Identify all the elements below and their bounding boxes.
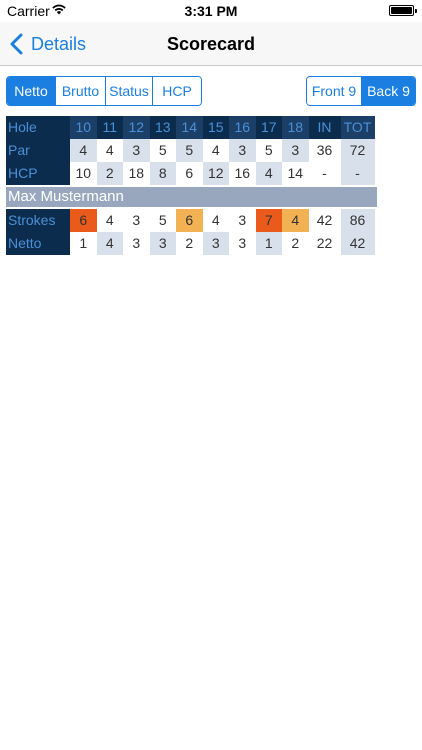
view-segmented-control: Netto Brutto Status HCP: [6, 76, 202, 106]
strokes-cell: 3: [123, 209, 150, 232]
strokes-cell: 6: [176, 209, 203, 232]
strokes-label: Strokes: [6, 209, 70, 232]
netto-row: Netto 1 4 3 3 2 3 3 1 2 22 42: [6, 232, 377, 255]
netto-cell: 4: [96, 232, 123, 255]
netto-label: Netto: [6, 232, 70, 255]
strokes-tot: 86: [340, 209, 375, 232]
hole-cell: 17: [255, 116, 282, 139]
strokes-cell: 4: [202, 209, 229, 232]
hcp-cell: 14: [282, 162, 309, 185]
hole-cell: 11: [96, 116, 123, 139]
hole-cell: 13: [149, 116, 176, 139]
par-cell: 3: [282, 139, 309, 162]
strokes-cell: 6: [70, 209, 97, 232]
par-in: 36: [308, 139, 341, 162]
par-label: Par: [6, 139, 70, 162]
hcp-cell: 12: [202, 162, 229, 185]
tab-front-9[interactable]: Front 9: [307, 77, 361, 105]
hole-cell: 14: [176, 116, 203, 139]
hcp-cell: 2: [96, 162, 123, 185]
header-row: Hole 10 11 12 13 14 15 16 17 18 IN TOT: [6, 116, 377, 139]
tab-netto[interactable]: Netto: [7, 77, 55, 105]
netto-cell: 2: [176, 232, 203, 255]
clock: 3:31 PM: [184, 3, 238, 19]
hcp-cell: 18: [123, 162, 150, 185]
player-name: Max Mustermann: [6, 187, 377, 207]
netto-cell: 1: [255, 232, 282, 255]
hcp-cell: 4: [255, 162, 282, 185]
netto-in: 22: [308, 232, 341, 255]
par-tot: 72: [340, 139, 375, 162]
strokes-in: 42: [308, 209, 341, 232]
netto-cell: 3: [149, 232, 176, 255]
par-cell: 3: [123, 139, 150, 162]
tab-back-9[interactable]: Back 9: [361, 77, 415, 105]
par-cell: 5: [149, 139, 176, 162]
par-row: Par 4 4 3 5 5 4 3 5 3 36 72: [6, 139, 377, 162]
tab-hcp[interactable]: HCP: [152, 77, 201, 105]
netto-cell: 3: [202, 232, 229, 255]
hcp-in: -: [308, 162, 341, 185]
strokes-row: Strokes 6 4 3 5 6 4 3 7 4 42 86: [6, 209, 377, 232]
hole-cell: 18: [282, 116, 309, 139]
hcp-cell: 6: [176, 162, 203, 185]
tab-status[interactable]: Status: [105, 77, 152, 105]
hcp-tot: -: [340, 162, 375, 185]
netto-cell: 3: [123, 232, 150, 255]
header-label: Hole: [6, 116, 70, 139]
hcp-row: HCP 10 2 18 8 6 12 16 4 14 - -: [6, 162, 377, 185]
hcp-cell: 8: [149, 162, 176, 185]
strokes-cell: 3: [229, 209, 256, 232]
in-header: IN: [308, 116, 341, 139]
par-cell: 5: [255, 139, 282, 162]
netto-cell: 1: [70, 232, 97, 255]
netto-cell: 3: [229, 232, 256, 255]
hole-cell: 16: [229, 116, 256, 139]
hcp-cell: 10: [70, 162, 97, 185]
par-cell: 3: [229, 139, 256, 162]
tab-brutto[interactable]: Brutto: [55, 77, 105, 105]
navigation-bar: Details Scorecard: [0, 22, 422, 66]
hcp-cell: 16: [229, 162, 256, 185]
battery-icon: [389, 5, 417, 16]
par-cell: 4: [96, 139, 123, 162]
hole-cell: 15: [202, 116, 229, 139]
hole-cell: 12: [123, 116, 150, 139]
page-title: Scorecard: [166, 34, 256, 54]
netto-cell: 2: [282, 232, 309, 255]
hcp-label: HCP: [6, 162, 70, 185]
tot-header: TOT: [340, 116, 375, 139]
scorecard-table: Hole 10 11 12 13 14 15 16 17 18 IN TOT P…: [6, 116, 377, 255]
hole-cell: 10: [70, 116, 97, 139]
strokes-cell: 5: [149, 209, 176, 232]
par-cell: 4: [70, 139, 97, 162]
par-cell: 5: [176, 139, 203, 162]
strokes-cell: 7: [255, 209, 282, 232]
strokes-cell: 4: [96, 209, 123, 232]
strokes-cell: 4: [282, 209, 309, 232]
netto-tot: 42: [340, 232, 375, 255]
nine-segmented-control: Front 9 Back 9: [306, 76, 416, 106]
status-bar: Carrier 3:31 PM: [0, 0, 422, 22]
par-cell: 4: [202, 139, 229, 162]
